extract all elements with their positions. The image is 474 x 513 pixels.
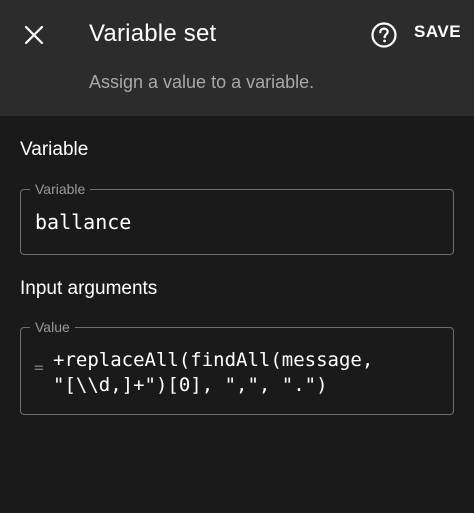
close-icon <box>24 25 44 45</box>
save-button[interactable]: SAVE <box>414 22 461 42</box>
value-field[interactable]: Value = +replaceAll(findAll(message, "[\… <box>20 318 454 415</box>
variable-field[interactable]: Variable ballance <box>20 180 454 255</box>
variable-field-value[interactable]: ballance <box>35 210 131 234</box>
equals-icon: = <box>34 358 44 377</box>
page-title: Variable set <box>89 20 217 47</box>
input-arguments-heading: Input arguments <box>20 278 158 299</box>
close-button[interactable] <box>14 15 54 55</box>
value-field-line-1[interactable]: +replaceAll(findAll(message, <box>53 348 373 373</box>
variable-section-heading: Variable <box>20 139 89 160</box>
help-button[interactable] <box>364 15 404 55</box>
help-circle-icon <box>371 22 397 48</box>
variable-field-label: Variable <box>30 180 91 198</box>
subtitle: Assign a value to a variable. <box>89 72 315 92</box>
value-field-line-2[interactable]: "[\\d,]+")[0], ",", ".") <box>53 373 328 398</box>
value-field-label: Value <box>30 318 75 336</box>
app-bar: Variable set SAVE Assign a value to a va… <box>0 0 474 116</box>
